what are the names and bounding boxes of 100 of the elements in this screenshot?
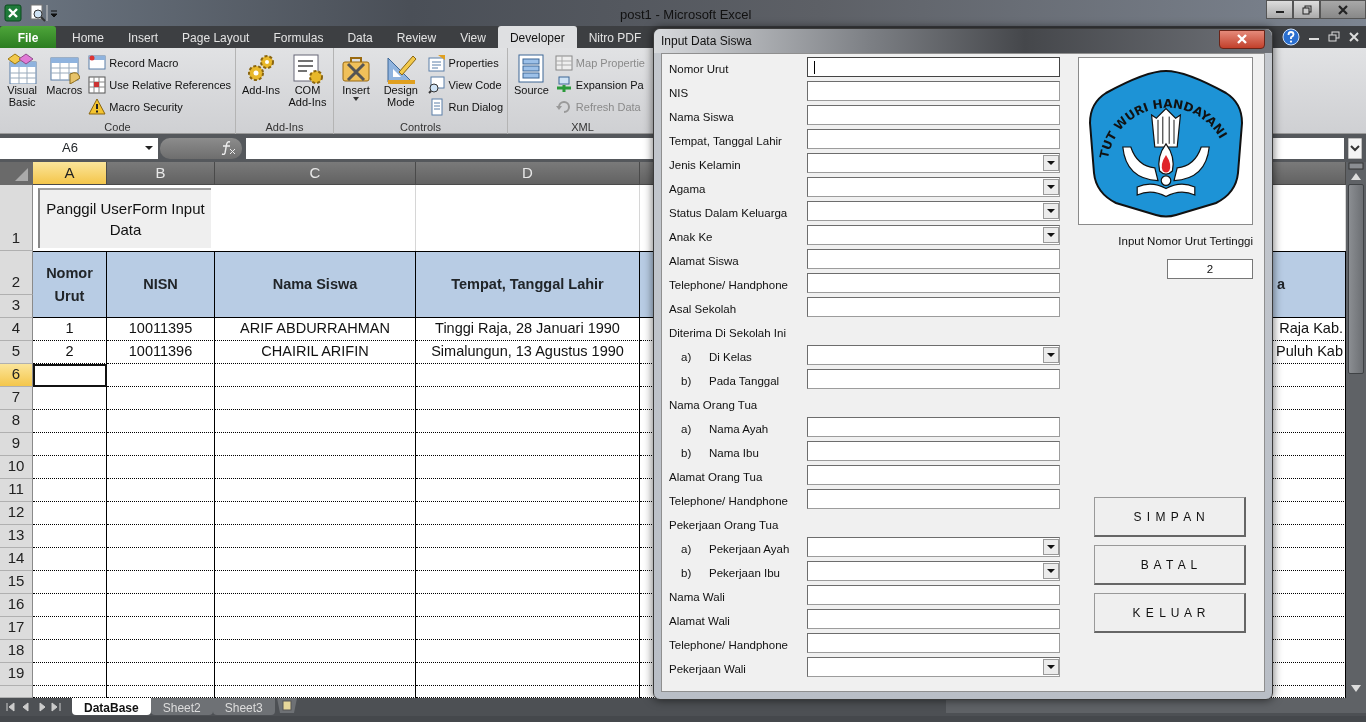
ribbon-button[interactable]: Visual Basic (4, 52, 41, 119)
combo-box[interactable] (807, 561, 1060, 581)
dropdown-caret-icon[interactable] (1043, 347, 1059, 363)
text-field[interactable] (807, 273, 1060, 293)
ribbon-button[interactable]: Expansion Pa (554, 74, 645, 96)
row-header[interactable]: 18 (0, 640, 33, 663)
text-field[interactable] (807, 417, 1060, 437)
help-icon[interactable] (1282, 28, 1300, 46)
dropdown-caret-icon[interactable] (1043, 227, 1059, 243)
row-header[interactable]: 4 (0, 318, 33, 341)
close-icon[interactable] (1348, 31, 1360, 43)
sheet-tab[interactable]: DataBase (72, 698, 151, 715)
restore-button[interactable] (1293, 0, 1320, 19)
customize-caret-icon[interactable] (46, 4, 58, 22)
row-header[interactable]: 13 (0, 525, 33, 548)
row-header[interactable]: 15 (0, 571, 33, 594)
ribbon-button[interactable]: Design Mode (378, 52, 424, 119)
ribbon-tab[interactable]: Page Layout (170, 26, 262, 48)
column-header[interactable]: C (215, 162, 416, 185)
active-cell[interactable] (33, 364, 107, 387)
text-field[interactable] (807, 465, 1060, 485)
text-field[interactable] (807, 81, 1060, 101)
text-field[interactable] (807, 585, 1060, 605)
dropdown-caret-icon[interactable] (1043, 659, 1059, 675)
macro-button[interactable]: Panggil UserForm Input Data (38, 188, 211, 248)
file-tab[interactable]: File (0, 26, 56, 48)
row-header[interactable]: 12 (0, 502, 33, 525)
ribbon-button[interactable]: Add-Ins (240, 52, 282, 119)
number-field[interactable]: 2 (1167, 259, 1253, 280)
ribbon-tab[interactable]: Insert (116, 26, 171, 48)
close-button[interactable] (1320, 0, 1366, 19)
row-header[interactable]: 19 (0, 663, 33, 686)
ribbon-button[interactable]: Insert (338, 52, 374, 119)
ribbon-tab[interactable]: Nitro PDF (576, 26, 654, 48)
row-header[interactable]: 1 (0, 185, 33, 251)
minimize-button[interactable] (1266, 0, 1293, 19)
combo-box[interactable] (807, 177, 1060, 197)
row-header[interactable]: 3 (0, 295, 33, 318)
text-field[interactable] (807, 249, 1060, 269)
row-header[interactable]: 8 (0, 410, 33, 433)
row-header[interactable]: 7 (0, 387, 33, 410)
dropdown-caret-icon[interactable] (1043, 203, 1059, 219)
dropdown-caret-icon[interactable] (1043, 155, 1059, 171)
row-header[interactable]: 11 (0, 479, 33, 502)
row-header[interactable] (0, 686, 33, 698)
ribbon-tab[interactable]: Home (60, 26, 116, 48)
text-field[interactable] (807, 489, 1060, 509)
text-field[interactable] (807, 105, 1060, 125)
combo-box[interactable] (807, 657, 1060, 677)
ribbon-button[interactable]: View Code (427, 74, 503, 96)
print-preview-icon[interactable] (28, 4, 46, 22)
horizontal-scrollbar[interactable] (946, 698, 1366, 713)
name-box[interactable]: A6 (0, 137, 158, 159)
text-field[interactable] (807, 609, 1060, 629)
combo-box[interactable] (807, 201, 1060, 221)
column-header[interactable]: A (33, 162, 107, 185)
close-button[interactable] (1219, 29, 1265, 49)
ribbon-button[interactable]: COM Add-Ins (285, 52, 329, 119)
text-field[interactable] (807, 369, 1060, 389)
ribbon-tab[interactable]: Data (335, 26, 385, 48)
ribbon-tab[interactable]: View (448, 26, 498, 48)
text-field[interactable] (807, 129, 1060, 149)
ribbon-button[interactable]: Properties (427, 52, 503, 74)
form-button[interactable]: S I M P A N (1094, 497, 1246, 538)
ribbon-button[interactable]: Record Macro (88, 52, 231, 74)
text-field[interactable] (807, 441, 1060, 461)
ribbon-button[interactable]: Run Dialog (427, 96, 503, 118)
column-header[interactable]: D (416, 162, 640, 185)
column-header[interactable]: B (107, 162, 215, 185)
text-field[interactable] (807, 297, 1060, 317)
function-icon[interactable] (220, 141, 236, 155)
restore-icon[interactable] (1328, 31, 1340, 43)
row-header[interactable]: 6 (0, 364, 33, 387)
dropdown-caret-icon[interactable] (1043, 179, 1059, 195)
form-button[interactable]: B A T A L (1094, 545, 1246, 586)
ribbon-button[interactable]: Macro Security (88, 96, 231, 118)
row-header[interactable]: 10 (0, 456, 33, 479)
ribbon-button[interactable]: Use Relative References (88, 74, 231, 96)
row-header[interactable]: 14 (0, 548, 33, 571)
vertical-scrollbar[interactable] (1346, 162, 1366, 698)
expand-caret-icon[interactable] (1348, 137, 1362, 159)
dropdown-caret-icon[interactable] (1043, 563, 1059, 579)
sheet-tab[interactable]: Sheet2 (150, 698, 213, 715)
row-header[interactable]: 5 (0, 341, 33, 364)
combo-box[interactable] (807, 225, 1060, 245)
row-header[interactable]: 16 (0, 594, 33, 617)
ribbon-tab[interactable]: Formulas (261, 26, 336, 48)
text-field[interactable] (807, 57, 1060, 77)
row-header[interactable]: 2 (0, 251, 33, 295)
combo-box[interactable] (807, 153, 1060, 173)
combo-box[interactable] (807, 537, 1060, 557)
ribbon-button[interactable]: Macros (44, 52, 85, 119)
form-button[interactable]: K E L U A R (1094, 593, 1246, 634)
ribbon-button[interactable]: Source (512, 52, 551, 119)
dropdown-caret-icon[interactable] (1043, 539, 1059, 555)
row-header[interactable]: 17 (0, 617, 33, 640)
ribbon-tab[interactable]: Developer (497, 26, 577, 48)
ribbon-tab[interactable]: Review (384, 26, 449, 48)
combo-box[interactable] (807, 345, 1060, 365)
insert-sheet-icon[interactable] (274, 698, 299, 714)
